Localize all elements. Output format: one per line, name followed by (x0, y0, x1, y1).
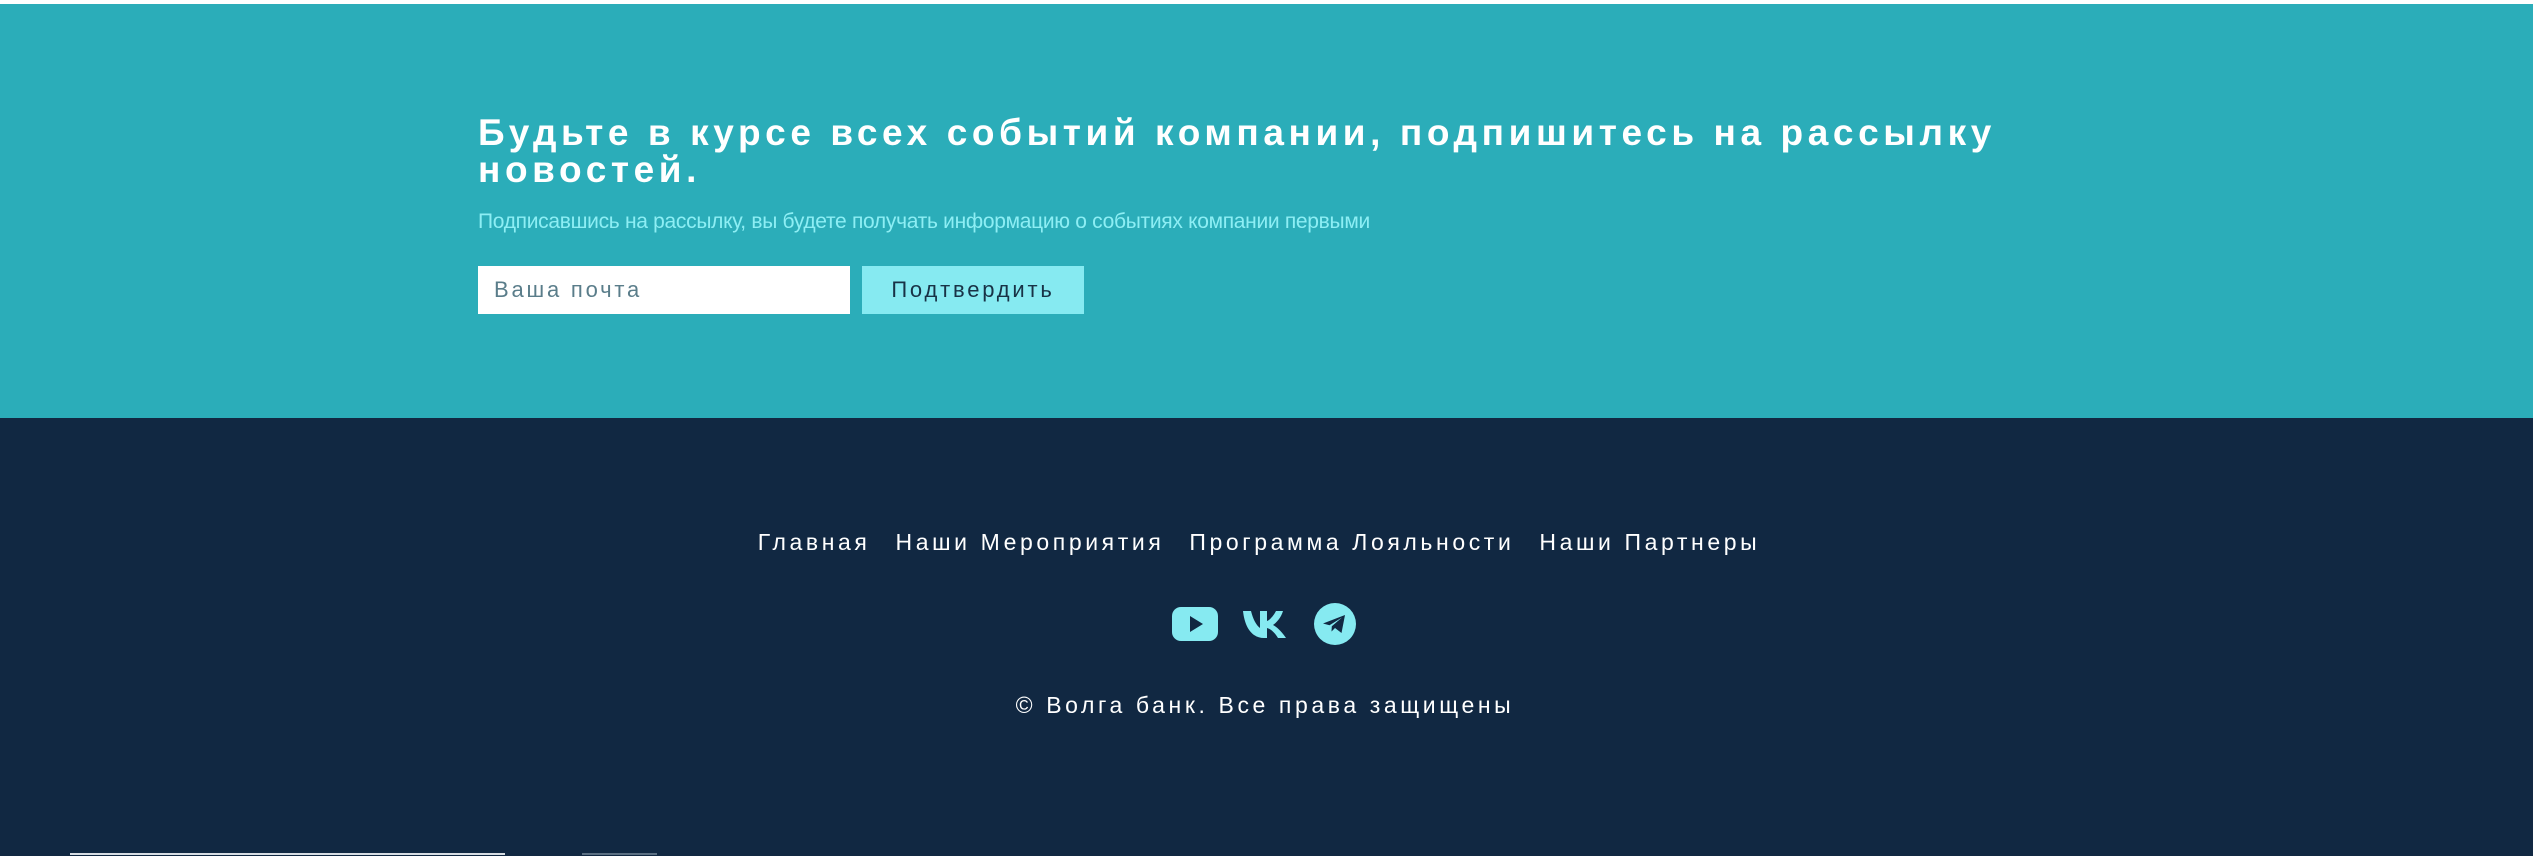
vk-icon (1242, 611, 1286, 638)
scrollbar-track (70, 853, 505, 855)
telegram-link[interactable] (1311, 602, 1359, 646)
social-links (0, 602, 2533, 646)
newsletter-form: Подтвердить (478, 266, 1084, 314)
footer-link-events[interactable]: Наши Мероприятия (896, 528, 1165, 556)
footer-link-home[interactable]: Главная (758, 528, 871, 556)
footer: Главная Наши Мероприятия Программа Лояль… (0, 418, 2533, 856)
vk-link[interactable] (1241, 602, 1289, 646)
footer-link-loyalty[interactable]: Программа Лояльности (1189, 528, 1514, 556)
confirm-button[interactable]: Подтвердить (862, 266, 1084, 314)
newsletter-title: Будьте в курсе всех событий компании, по… (478, 112, 1996, 190)
newsletter-subtitle: Подписавшись на рассылку, вы будете полу… (478, 210, 1370, 233)
email-input[interactable] (478, 266, 850, 314)
newsletter-content: Будьте в курсе всех событий компании, по… (478, 112, 2078, 314)
page: Будьте в курсе всех событий компании, по… (0, 0, 2533, 856)
youtube-icon (1171, 607, 1218, 641)
divider (582, 853, 657, 855)
footer-link-partners[interactable]: Наши Партнеры (1539, 528, 1760, 556)
telegram-icon (1313, 603, 1356, 645)
footer-nav: Главная Наши Мероприятия Программа Лояль… (0, 528, 2533, 556)
newsletter-section: Будьте в курсе всех событий компании, по… (0, 4, 2533, 418)
youtube-link[interactable] (1171, 602, 1219, 646)
copyright: © Волга банк. Все права защищены (1015, 692, 1515, 718)
